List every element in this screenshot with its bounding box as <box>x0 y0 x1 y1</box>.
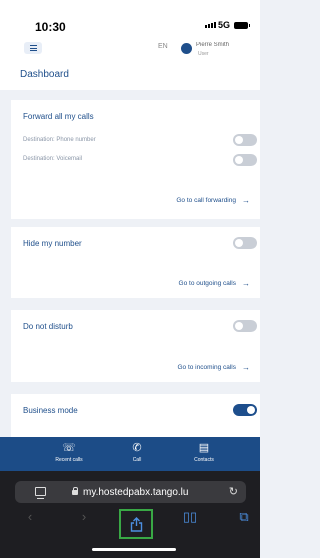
back-icon[interactable]: ‹ <box>20 509 40 524</box>
nav-recent-calls-label: Recent calls <box>55 457 83 463</box>
avatar[interactable] <box>181 43 192 54</box>
browser-toolbar: my.hostedpabx.tango.lu ↻ ‹ › ▯▯ ⧉ <box>0 471 260 558</box>
lock-icon <box>72 487 78 495</box>
destination-phone-toggle[interactable] <box>233 134 257 146</box>
business-mode-toggle[interactable] <box>233 404 257 416</box>
forward-icon[interactable]: › <box>74 509 94 524</box>
network-type: 5G <box>217 20 230 30</box>
incoming-calls-link-label: Go to incoming calls <box>177 364 236 371</box>
forward-calls-title: Forward all my calls <box>23 112 94 121</box>
outgoing-calls-link[interactable]: Go to outgoing calls → <box>179 279 250 288</box>
arrow-right-icon: → <box>242 196 250 205</box>
hide-number-card: Hide my number Go to outgoing calls → <box>11 227 260 298</box>
nav-call-label: Call <box>132 457 142 463</box>
share-icon <box>130 517 143 532</box>
home-indicator <box>92 548 176 551</box>
contacts-icon: ▤ <box>198 442 210 454</box>
app-bottom-nav: ☏ Recent calls ✆ Call ▤ Contacts <box>0 437 260 471</box>
user-name: Pierre Smith <box>196 42 230 48</box>
forward-calls-card: Forward all my calls Destination: Phone … <box>11 100 260 219</box>
dnd-toggle[interactable] <box>233 320 257 332</box>
destination-voicemail-toggle[interactable] <box>233 154 257 166</box>
signal-icon <box>205 22 216 28</box>
nav-contacts-label: Contacts <box>194 457 214 463</box>
call-forwarding-link[interactable]: Go to call forwarding → <box>176 196 250 205</box>
language-selector[interactable]: EN <box>158 43 168 50</box>
bookmarks-icon[interactable]: ▯▯ <box>180 509 200 525</box>
status-time: 10:30 <box>35 20 66 34</box>
page-title: Dashboard <box>20 69 69 80</box>
battery-icon <box>234 22 250 29</box>
nav-contacts[interactable]: ▤ Contacts <box>179 442 229 463</box>
incoming-calls-link[interactable]: Go to incoming calls → <box>177 363 250 372</box>
arrow-right-icon: → <box>242 363 250 372</box>
dnd-title: Do not disturb <box>23 322 73 331</box>
app-header: EN Pierre Smith User Dashboard <box>0 42 260 90</box>
destination-voicemail-label: Destination: Voicemail <box>23 156 83 162</box>
hide-number-toggle[interactable] <box>233 237 257 249</box>
nav-recent-calls[interactable]: ☏ Recent calls <box>44 442 94 463</box>
phone-icon: ✆ <box>132 442 142 454</box>
url-text[interactable]: my.hostedpabx.tango.lu <box>83 487 188 498</box>
menu-icon[interactable] <box>24 42 42 54</box>
business-mode-title: Business mode <box>23 406 78 415</box>
arrow-right-icon: → <box>242 279 250 288</box>
hide-number-title: Hide my number <box>23 239 82 248</box>
destination-phone-label: Destination: Phone number <box>23 137 96 143</box>
page-settings-icon[interactable] <box>35 487 46 499</box>
recent-calls-icon: ☏ <box>62 442 76 454</box>
tabs-icon[interactable]: ⧉ <box>234 509 254 525</box>
share-button[interactable] <box>119 509 153 539</box>
reload-icon[interactable]: ↻ <box>229 485 238 498</box>
nav-call[interactable]: ✆ Call <box>112 442 162 463</box>
call-forwarding-link-label: Go to call forwarding <box>176 197 236 204</box>
user-role: User <box>198 51 209 57</box>
address-bar[interactable]: my.hostedpabx.tango.lu ↻ <box>15 481 246 503</box>
dnd-card: Do not disturb Go to incoming calls → <box>11 310 260 382</box>
status-bar: 10:30 5G <box>0 0 260 42</box>
business-mode-card: Business mode <box>11 394 260 437</box>
outgoing-calls-link-label: Go to outgoing calls <box>178 280 236 287</box>
